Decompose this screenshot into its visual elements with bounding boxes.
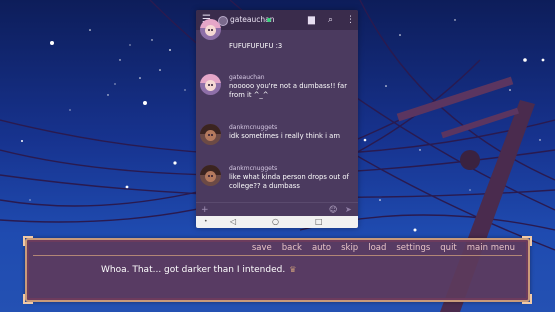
online-status-dot: [267, 18, 271, 22]
auto-button[interactable]: auto: [307, 242, 336, 254]
load-button[interactable]: load: [363, 242, 391, 254]
dialogue-line: Whoa. That... got darker than I intended…: [101, 265, 286, 275]
dialogue-text: Whoa. That... got darker than I intended…: [101, 265, 296, 275]
message-username: gateauchan: [229, 74, 265, 81]
nav-dot-icon: •: [204, 218, 208, 225]
message-text: FUFUFUFUFU :3: [229, 42, 283, 50]
skip-button[interactable]: skip: [336, 242, 363, 254]
back-button[interactable]: back: [277, 242, 307, 254]
message-username: dankmcnuggets: [229, 124, 278, 131]
frame-corner: [522, 294, 532, 304]
send-icon[interactable]: ➤: [345, 203, 352, 217]
plus-icon[interactable]: +: [201, 203, 209, 217]
message-text: nooooo you're not a dumbass!! far from i…: [229, 82, 347, 99]
avatar-gateauchan: [200, 19, 221, 40]
more-vertical-icon[interactable]: ⋮: [346, 10, 355, 30]
quit-button[interactable]: quit: [435, 242, 461, 254]
android-nav-bar: • ◁ ○ □: [196, 216, 358, 228]
message-username: dankmcnuggets: [229, 165, 278, 172]
chat-bubble-icon[interactable]: ▆: [308, 10, 315, 30]
dialogue-box[interactable]: save back auto skip load settings quit m…: [23, 236, 532, 304]
phone-chat-screen: ☰ gateauchan ▆ ⌕ ⋮ FUFUFUFUFU :3 gateauc…: [196, 10, 358, 228]
settings-button[interactable]: settings: [391, 242, 435, 254]
emoji-icon[interactable]: ☺: [329, 203, 337, 217]
nav-recent-icon[interactable]: □: [315, 216, 323, 228]
click-to-continue-icon: ♛: [289, 265, 297, 274]
avatar-dankmcnuggets: [200, 165, 221, 186]
nav-home-icon[interactable]: ○: [272, 216, 279, 228]
save-button[interactable]: save: [247, 242, 277, 254]
avatar-gateauchan: [200, 74, 221, 95]
avatar-dankmcnuggets: [200, 124, 221, 145]
frame-corner: [23, 236, 33, 246]
main-menu-button[interactable]: main menu: [462, 242, 520, 254]
message-input-bar[interactable]: + ☺ ➤: [196, 202, 358, 217]
message-list: FUFUFUFUFU :3 gateauchan nooooo you're n…: [196, 19, 358, 202]
dialogue-divider: [33, 255, 522, 256]
search-icon[interactable]: ⌕: [328, 10, 333, 30]
message-text: idk sometimes i really think i am: [229, 132, 340, 140]
quick-menu: save back auto skip load settings quit m…: [247, 242, 520, 254]
frame-corner: [522, 236, 532, 246]
frame-corner: [23, 294, 33, 304]
message-text: like what kinda person drops out of coll…: [229, 173, 349, 190]
nav-back-icon[interactable]: ◁: [230, 216, 236, 228]
